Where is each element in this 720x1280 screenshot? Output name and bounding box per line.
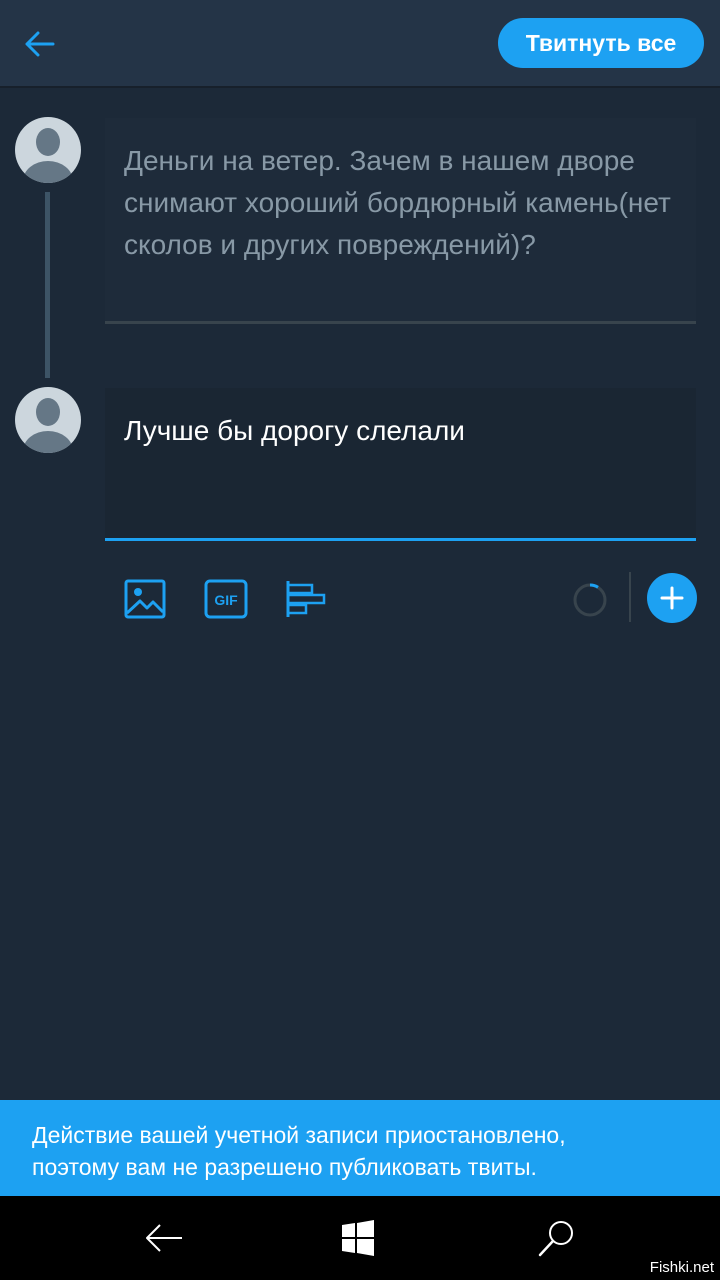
gif-label: GIF <box>214 592 238 608</box>
top-bar: Твитнуть все <box>0 0 720 88</box>
image-icon <box>124 579 166 619</box>
avatar <box>15 117 81 183</box>
system-back-button[interactable] <box>140 1214 188 1262</box>
add-poll-button[interactable] <box>283 576 329 622</box>
draft-tweet-text: Лучше бы дорогу слелали <box>124 415 465 446</box>
watermark: Fishki.net <box>649 1259 714 1276</box>
windows-icon <box>342 1220 374 1256</box>
toolbar-divider <box>629 572 631 622</box>
draft-tweet-1[interactable]: Деньги на ветер. Зачем в нашем дворе сни… <box>105 118 696 324</box>
thread-connector-line <box>45 192 50 378</box>
plus-icon <box>660 586 684 610</box>
banner-text-line-2: поэтому вам не разрешено публиковать тви… <box>32 1154 537 1180</box>
avatar <box>15 387 81 453</box>
banner-text-line-1: Действие вашей учетной записи приостанов… <box>32 1122 566 1148</box>
character-count-ring <box>573 583 607 617</box>
system-nav-bar: Fishki.net <box>0 1196 720 1280</box>
back-icon <box>146 1224 182 1252</box>
add-tweet-button[interactable] <box>647 573 697 623</box>
search-icon <box>538 1221 573 1257</box>
poll-icon <box>286 581 326 617</box>
back-button[interactable] <box>18 22 62 66</box>
account-suspended-banner: Действие вашей учетной записи приостанов… <box>0 1100 720 1196</box>
tweet-all-button[interactable]: Твитнуть все <box>498 18 704 68</box>
draft-tweet-2-input[interactable]: Лучше бы дорогу слелали <box>105 388 696 541</box>
add-gif-button[interactable]: GIF <box>203 576 249 622</box>
draft-tweet-text: Деньги на ветер. Зачем в нашем дворе сни… <box>124 145 671 260</box>
gif-icon: GIF <box>204 579 248 619</box>
system-start-button[interactable] <box>334 1214 382 1262</box>
add-image-button[interactable] <box>122 576 168 622</box>
arrow-left-icon <box>25 31 55 57</box>
system-search-button[interactable] <box>533 1214 581 1262</box>
